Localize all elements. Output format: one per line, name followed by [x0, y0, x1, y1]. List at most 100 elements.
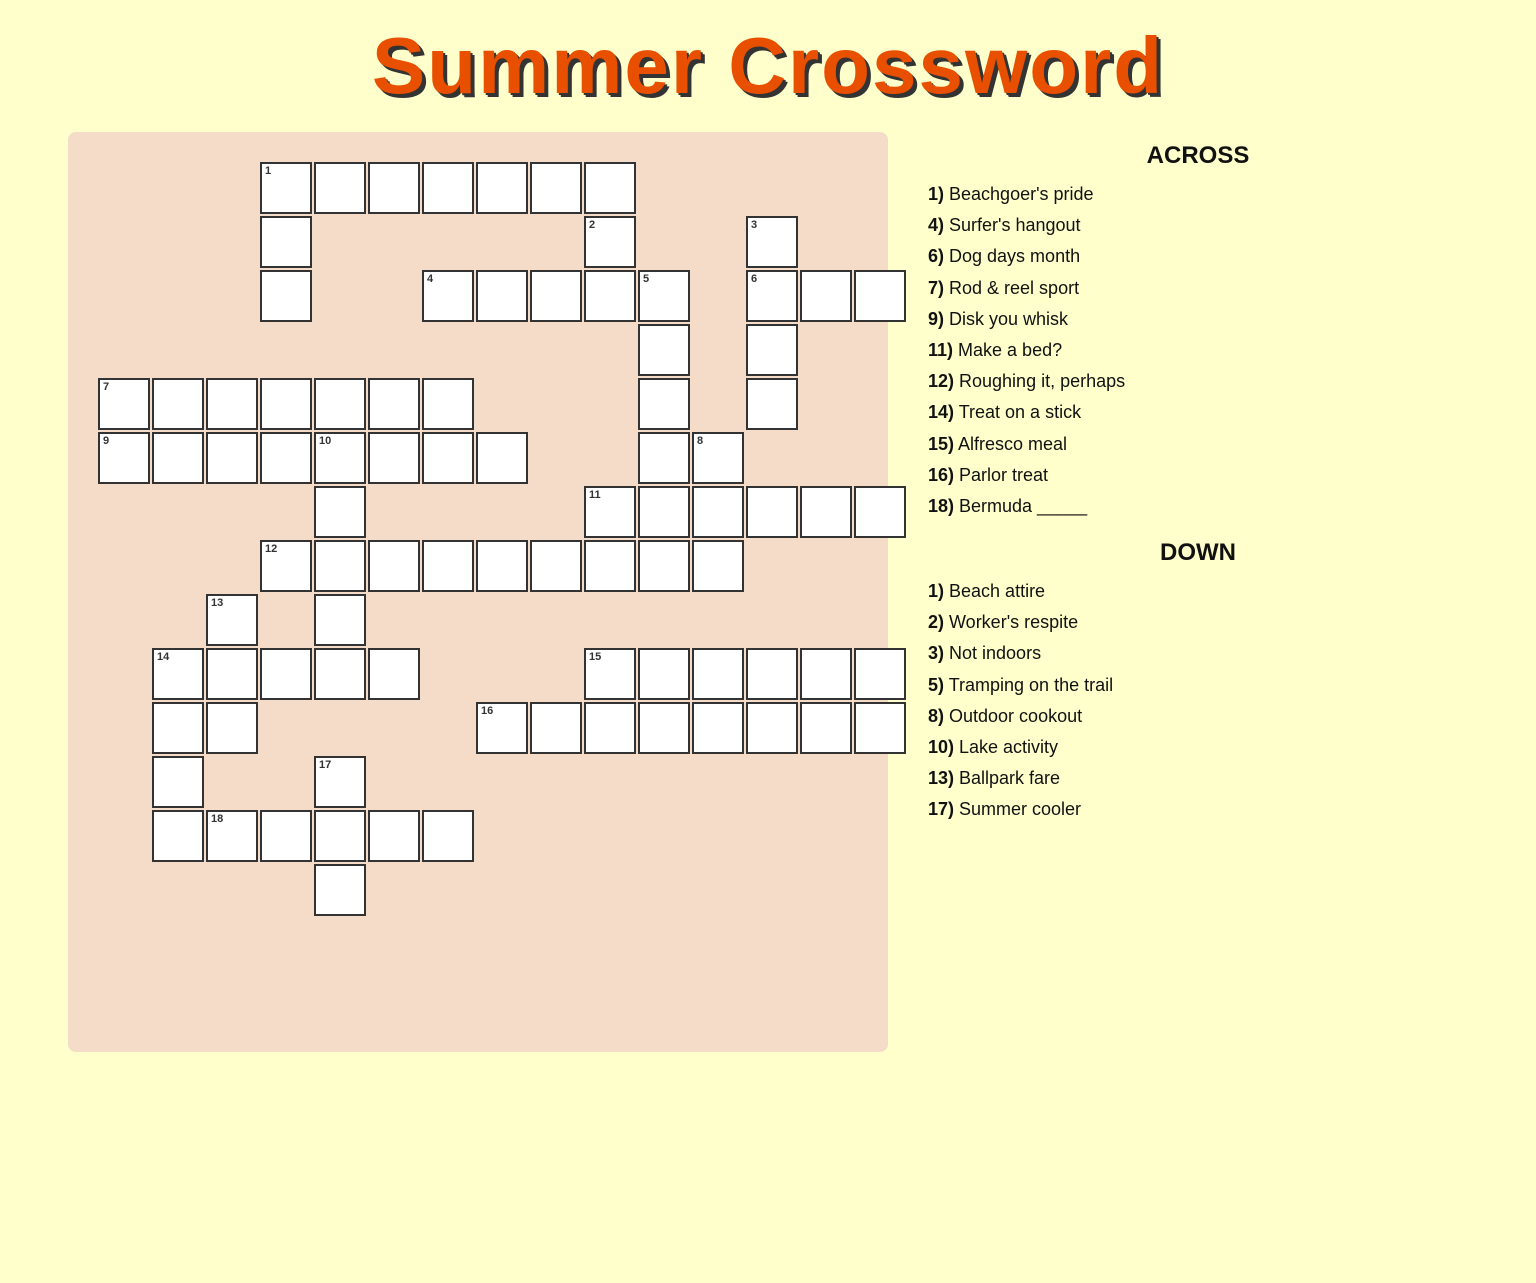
across-clues-list: 1) Beachgoer's pride4) Surfer's hangout6… [928, 182, 1468, 519]
cell-7-4[interactable] [260, 378, 312, 430]
cell-12-3[interactable] [368, 540, 420, 592]
cell-16-8[interactable] [854, 702, 906, 754]
cell-12-8[interactable] [638, 540, 690, 592]
cell-7-1[interactable]: 7 [98, 378, 150, 430]
cell-4-2[interactable] [476, 270, 528, 322]
cell-8-3[interactable] [692, 540, 744, 592]
cell-14-5[interactable] [368, 648, 420, 700]
cell-10d-2[interactable] [314, 486, 366, 538]
down-clue-item: 10) Lake activity [928, 735, 1468, 760]
across-clue-item: 11) Make a bed? [928, 338, 1468, 363]
across-clue-item: 4) Surfer's hangout [928, 213, 1468, 238]
cell-10d-4[interactable] [314, 594, 366, 646]
cell-16-5[interactable] [692, 702, 744, 754]
cell-1-2[interactable] [314, 162, 366, 214]
cell-16-2[interactable] [530, 702, 582, 754]
cell-9-2[interactable] [152, 432, 204, 484]
cell-1-6[interactable] [530, 162, 582, 214]
cell-18-2[interactable] [260, 810, 312, 862]
down-clue-item: 2) Worker's respite [928, 610, 1468, 635]
across-clue-item: 7) Rod & reel sport [928, 276, 1468, 301]
cell-14d-4[interactable] [152, 810, 204, 862]
cell-17-1[interactable]: 17 [314, 756, 366, 808]
down-title: DOWN [928, 539, 1468, 567]
cell-4-1[interactable]: 4 [422, 270, 474, 322]
cell-10-2[interactable] [368, 432, 420, 484]
cell-18-5[interactable] [422, 810, 474, 862]
cell-14-3[interactable] [260, 648, 312, 700]
cell-4-3[interactable] [530, 270, 582, 322]
cell-10-1[interactable]: 10 [314, 432, 366, 484]
cell-15-2[interactable] [638, 648, 690, 700]
cell-12-1[interactable]: 12 [260, 540, 312, 592]
cell-d1-3[interactable] [260, 270, 312, 322]
cell-1-1[interactable]: 1 [260, 162, 312, 214]
cell-3-1[interactable]: 3 [746, 216, 798, 268]
down-clue-item: 3) Not indoors [928, 641, 1468, 666]
cell-7-5[interactable] [314, 378, 366, 430]
cell-16-1[interactable]: 16 [476, 702, 528, 754]
cell-11-4[interactable] [746, 486, 798, 538]
cell-11-6[interactable] [854, 486, 906, 538]
cell-12-4[interactable] [422, 540, 474, 592]
across-clue-item: 1) Beachgoer's pride [928, 182, 1468, 207]
cell-15-1[interactable]: 15 [584, 648, 636, 700]
cell-12-5[interactable] [476, 540, 528, 592]
cell-15-6[interactable] [854, 648, 906, 700]
cell-11-3 [692, 486, 744, 538]
across-clue-item: 9) Disk you whisk [928, 307, 1468, 332]
cell-16-6[interactable] [746, 702, 798, 754]
cell-15-3[interactable] [692, 648, 744, 700]
down-clue-item: 13) Ballpark fare [928, 766, 1468, 791]
cell-14d-3[interactable] [152, 756, 204, 808]
cell-18-4[interactable] [368, 810, 420, 862]
cell-6-3[interactable] [854, 270, 906, 322]
cell-10-4[interactable] [476, 432, 528, 484]
cell-2-1[interactable]: 2 [584, 216, 636, 268]
cell-1-5[interactable] [476, 162, 528, 214]
cell-7-2[interactable] [152, 378, 204, 430]
cell-8-1[interactable]: 8 [692, 432, 744, 484]
cell-4-4[interactable] [584, 270, 636, 322]
cell-9-4[interactable] [260, 432, 312, 484]
cell-10-3[interactable] [422, 432, 474, 484]
down-clue-item: 1) Beach attire [928, 579, 1468, 604]
cell-d1-2[interactable] [260, 216, 312, 268]
cell-16-7[interactable] [800, 702, 852, 754]
cell-9-1[interactable]: 9 [98, 432, 150, 484]
cell-11-5[interactable] [800, 486, 852, 538]
cell-13-3[interactable] [206, 702, 258, 754]
cell-5-2[interactable] [638, 324, 690, 376]
cell-1-3[interactable] [368, 162, 420, 214]
cell-11-2[interactable] [638, 486, 690, 538]
cell-13-1[interactable]: 13 [206, 594, 258, 646]
cell-14d-2[interactable] [152, 702, 204, 754]
cell-15-5[interactable] [800, 648, 852, 700]
cell-7-7[interactable] [422, 378, 474, 430]
crossword-grid: 1 2 3 4 5 6 [98, 162, 858, 1022]
across-clue-item: 14) Treat on a stick [928, 400, 1468, 425]
cell-5-3[interactable] [638, 378, 690, 430]
cell-6-2[interactable] [800, 270, 852, 322]
cell-18-1[interactable]: 18 [206, 810, 258, 862]
cell-1-4[interactable] [422, 162, 474, 214]
cell-11-1[interactable]: 11 [584, 486, 636, 538]
cell-7-6[interactable] [368, 378, 420, 430]
cell-12-6[interactable] [530, 540, 582, 592]
down-section: DOWN 1) Beach attire 2) Worker's respite 3… [928, 539, 1468, 823]
cell-16-4[interactable] [638, 702, 690, 754]
cell-16-3[interactable] [584, 702, 636, 754]
cell-14-2 [206, 648, 258, 700]
cell-12-7[interactable] [584, 540, 636, 592]
cell-6-1[interactable]: 6 [746, 270, 798, 322]
cell-3-4[interactable] [746, 378, 798, 430]
down-clue-item: 5) Tramping on the trail [928, 673, 1468, 698]
cell-1-7[interactable] [584, 162, 636, 214]
cell-14-1[interactable]: 14 [152, 648, 204, 700]
cell-5-1[interactable]: 5 [638, 270, 690, 322]
cell-3-3[interactable] [746, 324, 798, 376]
down-clue-item: 17) Summer cooler [928, 797, 1468, 822]
cell-7-3[interactable] [206, 378, 258, 430]
cell-9-3[interactable] [206, 432, 258, 484]
cell-15-4[interactable] [746, 648, 798, 700]
